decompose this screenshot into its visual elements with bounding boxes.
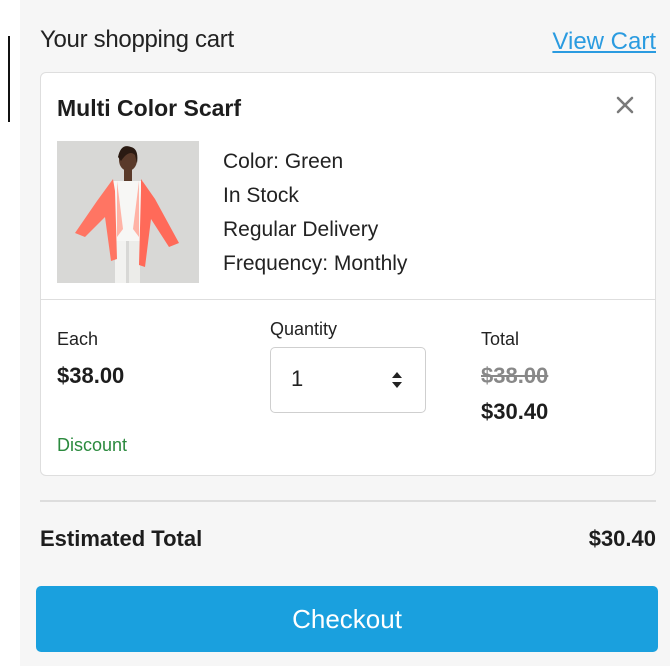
quantity-select[interactable]: 1 (270, 347, 426, 413)
estimated-total-label: Estimated Total (40, 526, 203, 551)
item-color: Color: Green (223, 150, 344, 173)
item-frequency: Frequency: Monthly (223, 252, 408, 275)
discounted-total-price: $30.40 (481, 399, 549, 424)
total-label: Total (481, 329, 520, 349)
cart-item-card: Multi Color Scarf Color: Green In Stock … (40, 72, 656, 476)
quantity-label: Quantity (270, 319, 338, 339)
window-edge-divider (8, 36, 10, 122)
cart-title: Your shopping cart (40, 26, 234, 53)
original-total-price: $38.00 (481, 363, 549, 388)
checkout-button[interactable]: Checkout (36, 586, 658, 652)
sort-arrows-icon (391, 371, 403, 394)
item-divider (41, 299, 655, 300)
quantity-value: 1 (291, 366, 304, 391)
item-name: Multi Color Scarf (57, 95, 242, 121)
summary-divider (40, 500, 656, 502)
each-label: Each (57, 329, 99, 349)
each-price: $38.00 (57, 363, 125, 388)
item-details: Color: Green In Stock Regular Delivery F… (223, 145, 407, 281)
discount-label: Discount (57, 435, 128, 455)
close-icon[interactable] (613, 93, 637, 117)
cart-header: Your shopping cart View Cart (40, 20, 656, 60)
item-delivery: Regular Delivery (223, 218, 379, 241)
estimated-total-value: $30.40 (588, 526, 656, 551)
view-cart-link[interactable]: View Cart (552, 28, 656, 56)
product-image (57, 141, 199, 283)
item-stock-status: In Stock (223, 184, 299, 207)
cart-panel: Your shopping cart View Cart Multi Color… (20, 0, 670, 666)
